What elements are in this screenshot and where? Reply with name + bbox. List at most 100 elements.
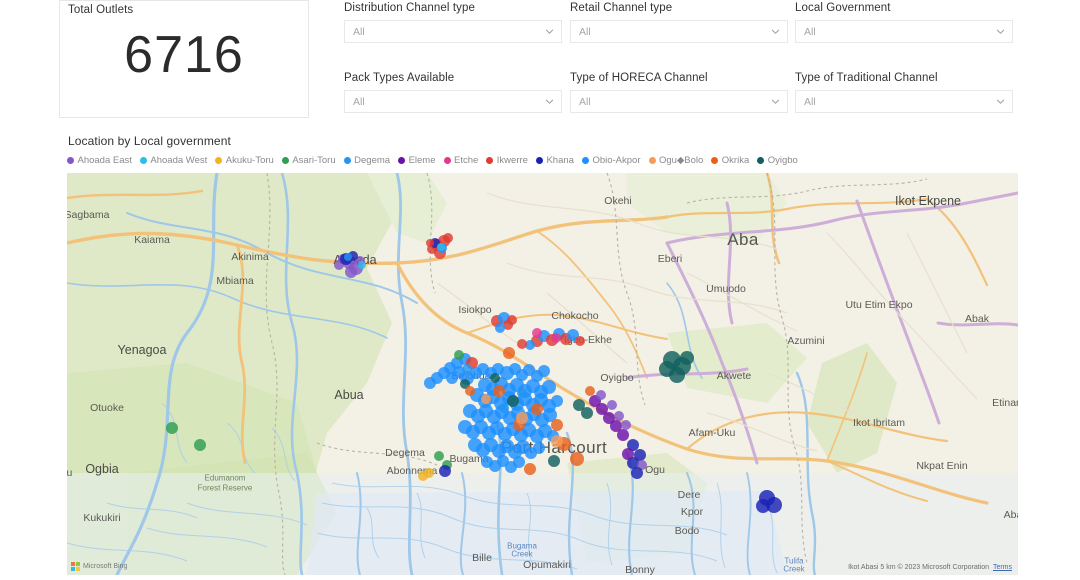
slicer-label: Pack Types Available	[344, 72, 455, 84]
legend-item[interactable]: Etche	[443, 155, 478, 166]
map-data-points[interactable]	[67, 173, 1018, 575]
map-bubble[interactable]	[680, 351, 694, 365]
map-bubble[interactable]	[621, 420, 631, 430]
map-bubble[interactable]	[617, 429, 629, 441]
slicer-value: All	[804, 95, 816, 108]
map-bubble[interactable]	[551, 435, 563, 447]
chevron-down-icon[interactable]	[771, 97, 780, 106]
map-bubble[interactable]	[507, 395, 519, 407]
legend-item[interactable]: Obio-Akpor	[581, 155, 641, 166]
total-outlets-card[interactable]: Total Outlets 6716	[59, 0, 309, 118]
chevron-down-icon[interactable]	[996, 27, 1005, 36]
map-bubble[interactable]	[517, 339, 527, 349]
map-bubble[interactable]	[424, 468, 434, 478]
legend-color-dot	[343, 157, 351, 164]
map-bubble[interactable]	[551, 333, 561, 343]
map-bubble[interactable]	[439, 465, 451, 477]
map-bubble[interactable]	[581, 407, 593, 419]
map-bubble[interactable]	[462, 364, 472, 374]
map-bubble[interactable]	[495, 323, 505, 333]
map-bubble[interactable]	[344, 253, 352, 261]
map-bubble[interactable]	[434, 451, 444, 461]
legend-item[interactable]: Eleme	[398, 155, 436, 166]
map-bubble[interactable]	[443, 233, 453, 243]
chevron-down-icon[interactable]	[771, 27, 780, 36]
map-bubble[interactable]	[503, 347, 515, 359]
map-bubble[interactable]	[756, 499, 770, 513]
map-bubble[interactable]	[493, 385, 505, 397]
map-bubble[interactable]	[614, 411, 624, 421]
legend-color-dot	[757, 157, 765, 164]
chevron-down-icon[interactable]	[545, 97, 554, 106]
chevron-down-icon[interactable]	[545, 27, 554, 36]
legend-item[interactable]: Ikwerre	[486, 155, 528, 166]
map-bubble[interactable]	[507, 315, 517, 325]
map-bubble[interactable]	[575, 336, 585, 346]
map-terms-link[interactable]: Terms	[993, 564, 1012, 571]
slicer-dropdown[interactable]: All	[344, 20, 562, 43]
map-canvas[interactable]: SagbamaKaiamaAkinimaMbiamaAhoadaYenagoaA…	[67, 173, 1018, 575]
slicer-dropdown[interactable]: All	[795, 20, 1013, 43]
legend-item[interactable]: Okrika	[711, 155, 749, 166]
map-bubble[interactable]	[570, 452, 584, 466]
chevron-down-icon[interactable]	[996, 97, 1005, 106]
map-bubble[interactable]	[345, 266, 357, 278]
map-bubble[interactable]	[596, 390, 606, 400]
slicer-dropdown[interactable]: All	[570, 90, 788, 113]
map-bubble[interactable]	[454, 350, 464, 360]
slicer-retail-channel-type: Retail Channel type All	[570, 2, 788, 43]
map-bubble[interactable]	[531, 403, 543, 415]
legend-item[interactable]: Degema	[343, 155, 390, 166]
map-bubble[interactable]	[532, 328, 542, 338]
map-visual-title: Location by Local government	[68, 134, 231, 148]
legend-item[interactable]: Ogu◆Bolo	[648, 155, 703, 166]
legend-item[interactable]: Oyigbo	[757, 155, 798, 166]
map-bubble[interactable]	[533, 442, 545, 454]
map-bubble[interactable]	[194, 439, 206, 451]
map-bubble[interactable]	[551, 419, 563, 431]
map-bubble[interactable]	[622, 448, 634, 460]
slicer-pack-types-available: Pack Types Available All	[344, 72, 562, 113]
legend-item[interactable]: Ahoada West	[139, 155, 208, 166]
map-bubble[interactable]	[631, 467, 643, 479]
legend-color-dot	[581, 157, 589, 164]
legend-item[interactable]: Khana	[535, 155, 574, 166]
map-bubble[interactable]	[358, 261, 366, 269]
legend-color-dot	[535, 157, 543, 164]
slicer-dropdown[interactable]: All	[344, 90, 562, 113]
location-map-visual[interactable]: Location by Local government Ahoada East…	[59, 128, 1018, 580]
map-legend[interactable]: Ahoada East Ahoada West Akuku-Toru Asari-To…	[67, 155, 1011, 166]
slicer-type-of-traditional-channel: Type of Traditional Channel All	[795, 72, 1013, 113]
map-bubble[interactable]	[426, 239, 434, 247]
map-bubble[interactable]	[538, 365, 550, 377]
legend-color-dot	[139, 157, 147, 164]
map-bubble[interactable]	[513, 456, 525, 468]
total-outlets-value: 6716	[124, 26, 244, 84]
map-bubble[interactable]	[607, 400, 617, 410]
dashboard-page: Total Outlets 6716 Distribution Channel …	[0, 0, 1080, 580]
legend-label: Ikwerre	[496, 155, 528, 166]
map-bubble[interactable]	[465, 386, 475, 396]
map-bubble[interactable]	[490, 373, 500, 383]
map-bubble[interactable]	[542, 380, 556, 394]
legend-item[interactable]: Asari-Toru	[281, 155, 336, 166]
legend-item[interactable]: Ahoada East	[67, 155, 132, 166]
slicer-dropdown[interactable]: All	[795, 90, 1013, 113]
map-bubble[interactable]	[166, 422, 178, 434]
map-bubble[interactable]	[524, 463, 536, 475]
legend-label: Ahoada West	[150, 155, 208, 166]
map-bubble[interactable]	[517, 388, 527, 398]
slicer-dropdown[interactable]: All	[570, 20, 788, 43]
map-bubble[interactable]	[481, 394, 491, 404]
map-bubble[interactable]	[551, 395, 563, 407]
map-bubble[interactable]	[424, 377, 436, 389]
map-attribution-text: Ikot Abasi 5 km © 2023 Microsoft Corpora…	[848, 564, 990, 571]
map-bubble[interactable]	[585, 386, 595, 396]
slicer-label: Local Government	[795, 2, 891, 14]
map-bubble[interactable]	[659, 361, 675, 377]
legend-item[interactable]: Akuku-Toru	[215, 155, 274, 166]
map-bubble[interactable]	[499, 403, 509, 413]
map-bubble[interactable]	[548, 455, 560, 467]
map-bubble[interactable]	[516, 412, 528, 424]
map-bubble[interactable]	[437, 243, 445, 251]
